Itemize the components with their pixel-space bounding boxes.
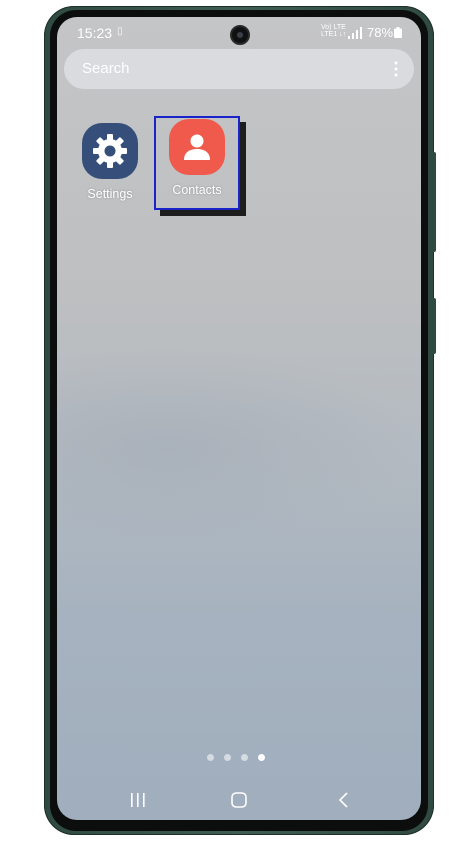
sim-icon: ▯ xyxy=(117,26,123,37)
page-dot-active[interactable] xyxy=(258,753,265,761)
search-placeholder: Search xyxy=(82,60,130,77)
home-screen: 15:23 ▯ Vo) LTE LTE1 ↓↑ 78% Search Setti… xyxy=(57,17,421,820)
network-line-2: LTE1 ↓↑ xyxy=(321,31,347,38)
battery-icon xyxy=(394,27,402,38)
recents-icon[interactable] xyxy=(123,788,153,812)
home-icon[interactable] xyxy=(224,788,254,812)
more-options-icon[interactable] xyxy=(394,61,398,77)
back-icon[interactable] xyxy=(329,788,359,812)
settings-label: Settings xyxy=(87,187,133,201)
power-button xyxy=(432,298,436,354)
page-indicator xyxy=(207,752,277,762)
navigation-bar xyxy=(57,782,421,820)
network-indicator: Vo) LTE LTE1 ↓↑ xyxy=(321,24,346,38)
status-time: 15:23 xyxy=(77,25,113,41)
battery-percent: 78% xyxy=(367,25,394,40)
front-camera xyxy=(230,25,250,45)
search-bar[interactable]: Search xyxy=(64,49,414,89)
page-dot[interactable] xyxy=(241,753,248,761)
settings-app[interactable]: Settings xyxy=(72,123,148,201)
page-dot[interactable] xyxy=(224,753,231,761)
volume-button xyxy=(432,152,436,252)
contacts-app[interactable]: Contacts xyxy=(159,119,235,197)
page-dot[interactable] xyxy=(207,753,214,761)
person-icon xyxy=(169,119,225,175)
gear-icon xyxy=(82,123,138,179)
contacts-label: Contacts xyxy=(172,183,222,197)
phone-mockup: 15:23 ▯ Vo) LTE LTE1 ↓↑ 78% Search Setti… xyxy=(0,0,474,843)
signal-icon xyxy=(348,27,362,39)
network-line-1: Vo) LTE xyxy=(321,24,346,31)
